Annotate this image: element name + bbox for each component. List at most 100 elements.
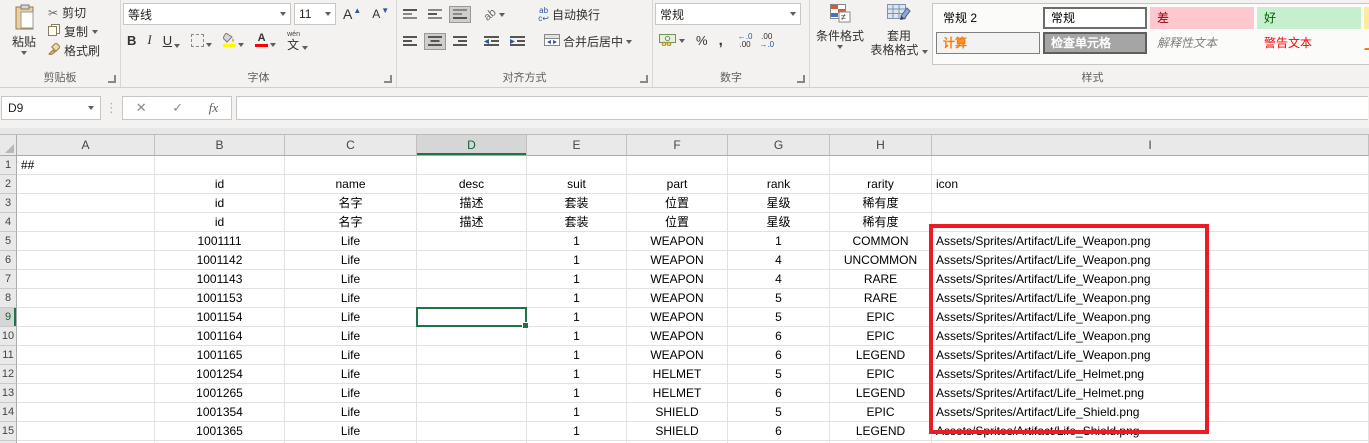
cell-D10[interactable] bbox=[417, 327, 527, 346]
alignment-dialog-launcher-icon[interactable] bbox=[640, 75, 648, 83]
style-option-normal-selected[interactable]: 常规 bbox=[1043, 7, 1147, 29]
row-header-11[interactable]: 11 bbox=[0, 346, 17, 365]
cell-B13[interactable]: 1001265 bbox=[155, 384, 285, 403]
insert-function-icon[interactable]: fx bbox=[209, 100, 218, 116]
row-header-13[interactable]: 13 bbox=[0, 384, 17, 403]
align-left-button[interactable] bbox=[399, 33, 421, 50]
cell-H1[interactable] bbox=[830, 156, 932, 175]
cell-I14[interactable]: Assets/Sprites/Artifact/Life_Shield.png bbox=[932, 403, 1369, 422]
cell-E10[interactable]: 1 bbox=[527, 327, 627, 346]
cell-H13[interactable]: LEGEND bbox=[830, 384, 932, 403]
column-header-F[interactable]: F bbox=[627, 135, 728, 156]
number-format-combo[interactable]: 常规 bbox=[655, 3, 801, 25]
row-header-3[interactable]: 3 bbox=[0, 194, 17, 213]
cell-F3[interactable]: 位置 bbox=[627, 194, 728, 213]
accounting-format-button[interactable] bbox=[655, 30, 689, 52]
decrease-indent-button[interactable] bbox=[480, 33, 503, 50]
row-header-4[interactable]: 4 bbox=[0, 213, 17, 232]
cell-G10[interactable]: 6 bbox=[728, 327, 830, 346]
cell-H6[interactable]: UNCOMMON bbox=[830, 251, 932, 270]
cell-F13[interactable]: HELMET bbox=[627, 384, 728, 403]
cell-B2[interactable]: id bbox=[155, 175, 285, 194]
row-header-2[interactable]: 2 bbox=[0, 175, 17, 194]
bold-button[interactable]: B bbox=[123, 32, 140, 49]
copy-dropdown-icon[interactable] bbox=[92, 30, 98, 34]
cell-C6[interactable]: Life bbox=[285, 251, 417, 270]
row-header-6[interactable]: 6 bbox=[0, 251, 17, 270]
style-option-explanatory[interactable]: 解释性文本 bbox=[1150, 32, 1254, 54]
formula-bar-resize-handle[interactable]: ⋮ bbox=[105, 100, 118, 116]
wrap-text-button[interactable]: abc↩ 自动换行 bbox=[534, 3, 604, 26]
cell-B12[interactable]: 1001254 bbox=[155, 365, 285, 384]
cell-H7[interactable]: RARE bbox=[830, 270, 932, 289]
cell-I9[interactable]: Assets/Sprites/Artifact/Life_Weapon.png bbox=[932, 308, 1369, 327]
cell-D2[interactable]: desc bbox=[417, 175, 527, 194]
cell-C14[interactable]: Life bbox=[285, 403, 417, 422]
cell-F7[interactable]: WEAPON bbox=[627, 270, 728, 289]
column-header-H[interactable]: H bbox=[830, 135, 932, 156]
clipboard-dialog-launcher-icon[interactable] bbox=[108, 75, 116, 83]
style-option-partial-fragment[interactable] bbox=[1364, 38, 1369, 50]
row-header-5[interactable]: 5 bbox=[0, 232, 17, 251]
cell-E3[interactable]: 套装 bbox=[527, 194, 627, 213]
cut-button[interactable]: ✂ 剪切 bbox=[46, 3, 102, 22]
cell-D4[interactable]: 描述 bbox=[417, 213, 527, 232]
cell-F12[interactable]: HELMET bbox=[627, 365, 728, 384]
cell-I7[interactable]: Assets/Sprites/Artifact/Life_Weapon.png bbox=[932, 270, 1369, 289]
cell-I3[interactable] bbox=[932, 194, 1369, 213]
row-header-1[interactable]: 1 bbox=[0, 156, 17, 175]
cell-G4[interactable]: 星级 bbox=[728, 213, 830, 232]
select-all-corner[interactable] bbox=[0, 135, 17, 156]
align-center-button[interactable] bbox=[424, 33, 446, 50]
cell-A13[interactable] bbox=[17, 384, 155, 403]
cell-I8[interactable]: Assets/Sprites/Artifact/Life_Weapon.png bbox=[932, 289, 1369, 308]
cell-B6[interactable]: 1001142 bbox=[155, 251, 285, 270]
cell-F15[interactable]: SHIELD bbox=[627, 422, 728, 441]
font-dialog-launcher-icon[interactable] bbox=[384, 75, 392, 83]
cell-D3[interactable]: 描述 bbox=[417, 194, 527, 213]
row-header-15[interactable]: 15 bbox=[0, 422, 17, 441]
cell-G1[interactable] bbox=[728, 156, 830, 175]
cell-B3[interactable]: id bbox=[155, 194, 285, 213]
cell-G13[interactable]: 6 bbox=[728, 384, 830, 403]
cell-H14[interactable]: EPIC bbox=[830, 403, 932, 422]
cell-A12[interactable] bbox=[17, 365, 155, 384]
cell-C9[interactable]: Life bbox=[285, 308, 417, 327]
cell-H11[interactable]: LEGEND bbox=[830, 346, 932, 365]
font-name-combo[interactable]: 等线 bbox=[123, 3, 291, 25]
merge-center-button[interactable]: 合并后居中 bbox=[540, 30, 636, 53]
decrease-decimal-button[interactable]: .00→.0 bbox=[757, 32, 776, 50]
grow-font-button[interactable]: A▲ bbox=[339, 3, 365, 25]
cell-G9[interactable]: 5 bbox=[728, 308, 830, 327]
cell-E11[interactable]: 1 bbox=[527, 346, 627, 365]
enter-icon[interactable]: ✓ bbox=[172, 100, 183, 116]
column-header-C[interactable]: C bbox=[285, 135, 417, 156]
cell-C10[interactable]: Life bbox=[285, 327, 417, 346]
font-color-button[interactable]: A bbox=[251, 32, 280, 48]
fill-color-button[interactable] bbox=[219, 32, 248, 48]
row-header-10[interactable]: 10 bbox=[0, 327, 17, 346]
cell-B8[interactable]: 1001153 bbox=[155, 289, 285, 308]
cell-C7[interactable]: Life bbox=[285, 270, 417, 289]
cell-I13[interactable]: Assets/Sprites/Artifact/Life_Helmet.png bbox=[932, 384, 1369, 403]
cell-D7[interactable] bbox=[417, 270, 527, 289]
cell-F9[interactable]: WEAPON bbox=[627, 308, 728, 327]
cell-H8[interactable]: RARE bbox=[830, 289, 932, 308]
cell-H15[interactable]: LEGEND bbox=[830, 422, 932, 441]
cell-G14[interactable]: 5 bbox=[728, 403, 830, 422]
cell-A6[interactable] bbox=[17, 251, 155, 270]
cell-E13[interactable]: 1 bbox=[527, 384, 627, 403]
cell-C8[interactable]: Life bbox=[285, 289, 417, 308]
cell-F1[interactable] bbox=[627, 156, 728, 175]
cell-B15[interactable]: 1001365 bbox=[155, 422, 285, 441]
column-header-A[interactable]: A bbox=[17, 135, 155, 156]
cell-H9[interactable]: EPIC bbox=[830, 308, 932, 327]
cell-I10[interactable]: Assets/Sprites/Artifact/Life_Weapon.png bbox=[932, 327, 1369, 346]
column-header-I[interactable]: I bbox=[932, 135, 1369, 156]
cell-E5[interactable]: 1 bbox=[527, 232, 627, 251]
increase-indent-button[interactable] bbox=[506, 33, 529, 50]
cell-G5[interactable]: 1 bbox=[728, 232, 830, 251]
conditional-formatting-button[interactable]: ≠ 条件格式 bbox=[812, 3, 868, 69]
top-align-button[interactable] bbox=[399, 6, 421, 23]
cell-I2[interactable]: icon bbox=[932, 175, 1369, 194]
